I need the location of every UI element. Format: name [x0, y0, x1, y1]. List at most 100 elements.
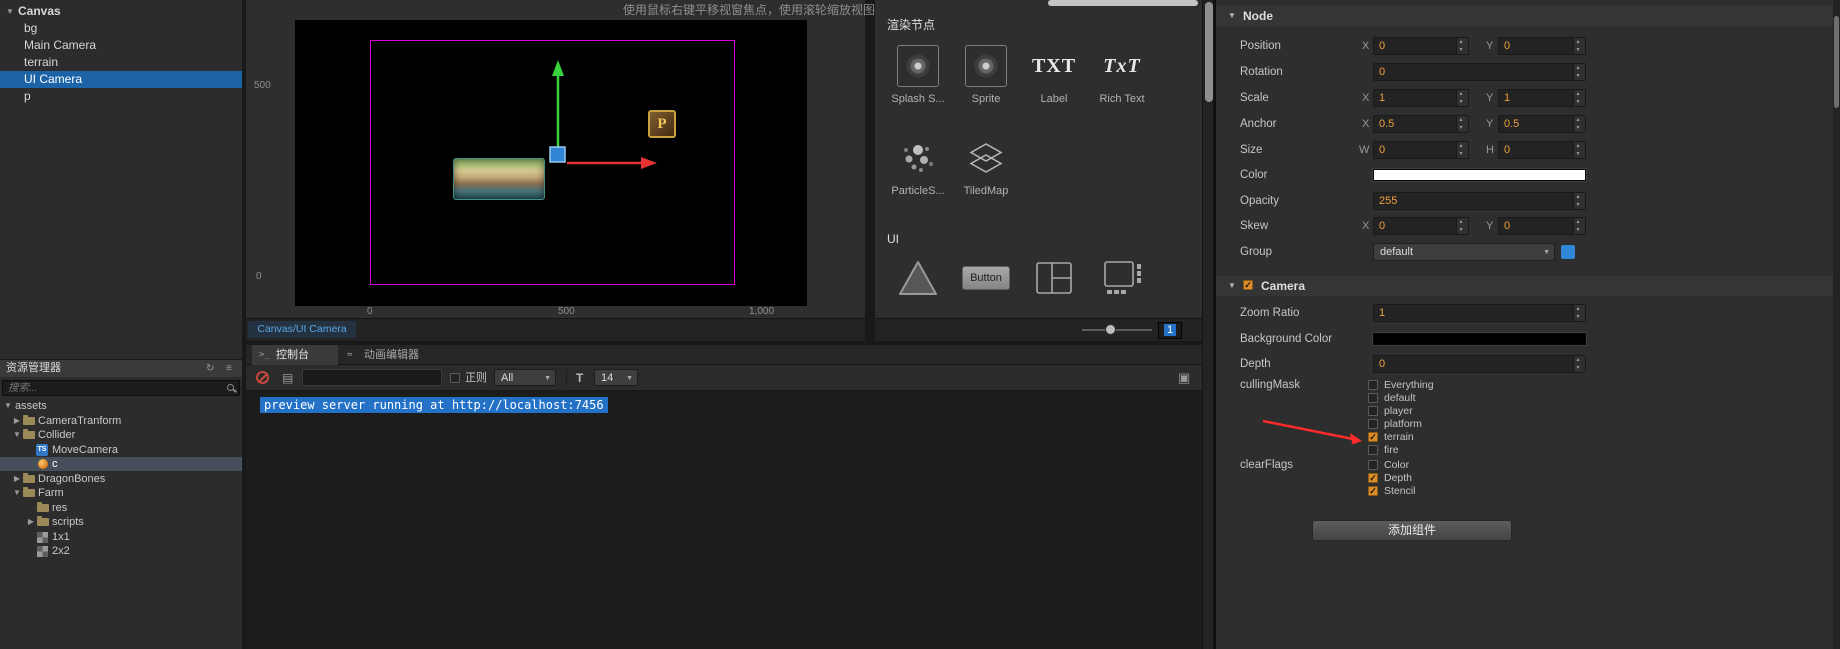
asset-item-cameratranform[interactable]: CameraTranform: [0, 414, 242, 428]
camera-preview-tab[interactable]: Canvas/UI Camera: [248, 321, 356, 338]
collapse-log-icon[interactable]: ▤: [282, 365, 293, 391]
size-h-input[interactable]: 0: [1498, 141, 1586, 159]
collapse-arrow-icon[interactable]: [1228, 276, 1236, 296]
position-x-input[interactable]: 0: [1373, 37, 1469, 55]
transform-gizmo[interactable]: [246, 0, 865, 341]
stepper[interactable]: [1573, 90, 1585, 106]
hierarchy-item-ui-camera[interactable]: UI Camera: [0, 71, 242, 88]
checkbox[interactable]: [1368, 445, 1378, 455]
popout-icon[interactable]: ▣: [1178, 365, 1190, 391]
expander-icon[interactable]: [3, 399, 13, 413]
render-node-splash[interactable]: Splash S...: [887, 44, 949, 105]
stepper[interactable]: [1456, 90, 1468, 106]
render-node-particlesystem[interactable]: ParticleS...: [887, 136, 949, 197]
checkbox[interactable]: [1368, 460, 1378, 470]
render-node-richtext[interactable]: TxT Rich Text: [1091, 44, 1153, 106]
skew-x-input[interactable]: 0: [1373, 217, 1469, 235]
render-node-sprite[interactable]: Sprite: [955, 44, 1017, 105]
depth-input[interactable]: 0: [1373, 355, 1586, 373]
log-entry[interactable]: preview server running at http://localho…: [260, 397, 608, 413]
asset-item-res[interactable]: res: [0, 501, 242, 515]
scrollbar-thumb[interactable]: [1205, 2, 1213, 102]
scale-x-input[interactable]: 1: [1373, 89, 1469, 107]
group-dropdown[interactable]: default: [1373, 243, 1555, 261]
panel-menu-icon[interactable]: ≡: [226, 360, 232, 377]
zoom-slider-handle[interactable]: [1105, 324, 1116, 335]
checkbox[interactable]: [1368, 380, 1378, 390]
stepper[interactable]: [1573, 218, 1585, 234]
stepper[interactable]: [1456, 38, 1468, 54]
render-node-tiledmap[interactable]: TiledMap: [955, 136, 1017, 197]
regex-checkbox[interactable]: [450, 373, 460, 383]
ui-node-button[interactable]: Button: [955, 256, 1017, 300]
inspector-scrollbar[interactable]: [1833, 0, 1840, 649]
asset-item-movecamera[interactable]: TS MoveCamera: [0, 443, 242, 457]
color-swatch[interactable]: [1373, 169, 1586, 181]
scale-y-input[interactable]: 1: [1498, 89, 1586, 107]
vertical-scrollbar[interactable]: [1202, 0, 1214, 649]
ui-node-layout[interactable]: [1023, 256, 1085, 300]
camera-section-header[interactable]: Camera: [1216, 276, 1840, 296]
asset-item-assets[interactable]: assets: [0, 399, 242, 413]
asset-item-collider[interactable]: Collider: [0, 428, 242, 442]
asset-item-dragonbones[interactable]: DragonBones: [0, 472, 242, 486]
hierarchy-item-terrain[interactable]: terrain: [0, 54, 242, 71]
size-w-input[interactable]: 0: [1373, 141, 1469, 159]
ui-node-scrollview[interactable]: [1091, 256, 1153, 300]
anchor-y-input[interactable]: 0.5: [1498, 115, 1586, 133]
expander-icon[interactable]: [5, 3, 15, 20]
position-y-input[interactable]: 0: [1498, 37, 1586, 55]
asset-search-input[interactable]: [2, 380, 240, 396]
camera-enabled-checkbox[interactable]: [1243, 280, 1253, 291]
stepper[interactable]: [1456, 218, 1468, 234]
expander-icon[interactable]: [26, 515, 36, 529]
zoom-slider-track[interactable]: [1082, 329, 1152, 331]
opacity-input[interactable]: 255: [1373, 192, 1586, 210]
asset-item-c[interactable]: c: [0, 457, 242, 471]
stepper[interactable]: [1573, 116, 1585, 132]
console-filter-input[interactable]: [302, 369, 442, 386]
stepper[interactable]: [1573, 64, 1585, 80]
add-component-button[interactable]: 添加组件: [1312, 520, 1512, 541]
expander-icon[interactable]: [12, 472, 22, 486]
render-node-label-item[interactable]: TXT Label: [1023, 44, 1085, 106]
checkbox[interactable]: [1368, 432, 1378, 443]
log-level-dropdown[interactable]: All: [494, 369, 556, 386]
checkbox[interactable]: [1368, 419, 1378, 429]
collapse-arrow-icon[interactable]: [1228, 6, 1236, 26]
stepper[interactable]: [1573, 305, 1585, 321]
expander-icon[interactable]: [12, 414, 22, 428]
node-section-header[interactable]: Node: [1216, 6, 1840, 26]
stepper[interactable]: [1573, 38, 1585, 54]
rotation-input[interactable]: 0: [1373, 63, 1586, 81]
stepper[interactable]: [1456, 142, 1468, 158]
anchor-x-input[interactable]: 0.5: [1373, 115, 1469, 133]
horizontal-scrollbar-thumb[interactable]: [1048, 0, 1198, 6]
asset-item-farm[interactable]: Farm: [0, 486, 242, 500]
stepper[interactable]: [1573, 142, 1585, 158]
zoom-ratio-input[interactable]: 1: [1373, 304, 1586, 322]
hierarchy-item-p[interactable]: p: [0, 88, 242, 105]
ui-node-mask[interactable]: [887, 256, 949, 300]
hierarchy-item-canvas[interactable]: Canvas: [0, 3, 242, 20]
hierarchy-item-main-camera[interactable]: Main Camera: [0, 37, 242, 54]
background-color-swatch[interactable]: [1373, 333, 1586, 345]
edit-groups-button[interactable]: [1561, 245, 1575, 259]
expander-icon[interactable]: [12, 428, 22, 442]
checkbox[interactable]: [1368, 486, 1378, 497]
stepper[interactable]: [1573, 193, 1585, 209]
zoom-value-input[interactable]: 1: [1158, 322, 1182, 339]
clear-log-icon[interactable]: [256, 371, 269, 384]
expander-icon[interactable]: [12, 486, 22, 500]
checkbox[interactable]: [1368, 406, 1378, 416]
scrollbar-thumb[interactable]: [1834, 16, 1839, 108]
skew-y-input[interactable]: 0: [1498, 217, 1586, 235]
stepper[interactable]: [1573, 356, 1585, 372]
font-size-dropdown[interactable]: 14: [594, 369, 638, 386]
checkbox[interactable]: [1368, 393, 1378, 403]
checkbox[interactable]: [1368, 473, 1378, 484]
refresh-icon[interactable]: ↻: [206, 360, 214, 377]
tab-console[interactable]: >_ 控制台: [252, 345, 338, 365]
asset-item-1x1[interactable]: 1x1: [0, 530, 242, 544]
stepper[interactable]: [1456, 116, 1468, 132]
